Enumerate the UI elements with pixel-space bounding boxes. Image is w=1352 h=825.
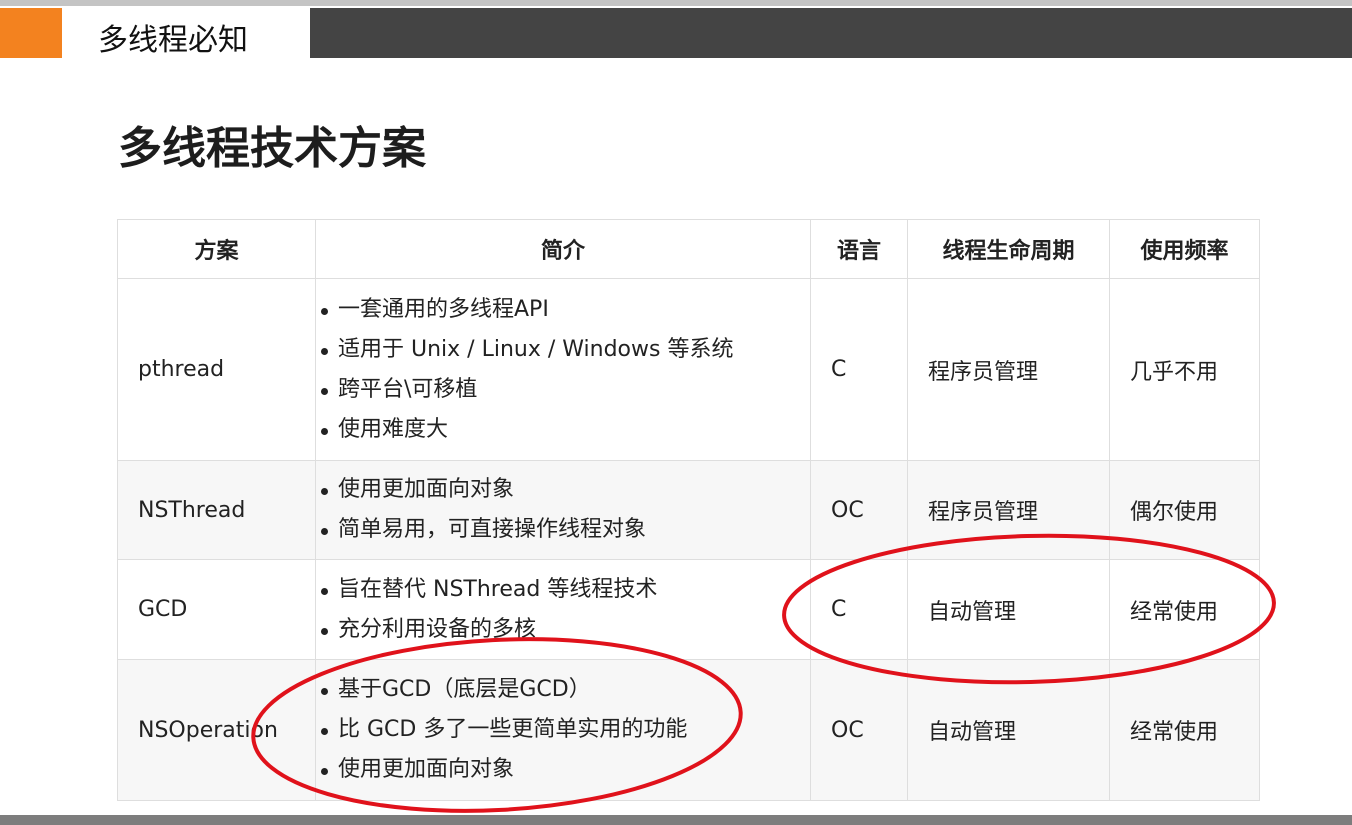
row-language: OC	[810, 460, 908, 560]
row-name: pthread	[117, 278, 316, 461]
row-frequency: 经常使用	[1109, 659, 1260, 801]
page-heading: 多线程技术方案	[118, 123, 426, 174]
row-lifecycle: 程序员管理	[907, 460, 1110, 560]
col-header-scheme: 方案	[117, 219, 316, 279]
desc-item: 旨在替代 NSThread 等线程技术	[320, 570, 810, 610]
desc-item: 使用难度大	[320, 410, 810, 450]
header-bar: 多线程必知	[0, 0, 1352, 58]
row-lifecycle: 程序员管理	[907, 278, 1110, 461]
desc-item: 充分利用设备的多核	[320, 610, 810, 650]
row-desc: 旨在替代 NSThread 等线程技术 充分利用设备的多核	[315, 559, 811, 660]
table-row: NSOperation 基于GCD（底层是GCD） 比 GCD 多了一些更简单实…	[117, 659, 1260, 801]
row-language: OC	[810, 659, 908, 801]
table-row: NSThread 使用更加面向对象 简单易用，可直接操作线程对象 OC 程序员管…	[117, 460, 1260, 560]
header-title: 多线程必知	[98, 23, 248, 58]
header-top-line	[0, 0, 1352, 6]
col-header-frequency: 使用频率	[1109, 219, 1260, 279]
desc-item: 使用更加面向对象	[320, 750, 810, 790]
row-name: GCD	[117, 559, 316, 660]
desc-item: 基于GCD（底层是GCD）	[320, 670, 810, 710]
desc-item: 一套通用的多线程API	[320, 290, 810, 330]
table-row: pthread 一套通用的多线程API 适用于 Unix / Linux / W…	[117, 278, 1260, 461]
col-header-lifecycle: 线程生命周期	[907, 219, 1110, 279]
row-language: C	[810, 559, 908, 660]
desc-item: 比 GCD 多了一些更简单实用的功能	[320, 710, 810, 750]
footer-bar	[0, 815, 1352, 825]
tech-table: 方案 简介 语言 线程生命周期 使用频率 pthread 一套通用的多线程API…	[117, 219, 1260, 801]
row-frequency: 偶尔使用	[1109, 460, 1260, 560]
row-desc: 使用更加面向对象 简单易用，可直接操作线程对象	[315, 460, 811, 560]
desc-item: 跨平台\可移植	[320, 370, 810, 410]
row-frequency: 几乎不用	[1109, 278, 1260, 461]
header-dark-bar	[310, 8, 1352, 58]
desc-item: 适用于 Unix / Linux / Windows 等系统	[320, 330, 810, 370]
table-header-row: 方案 简介 语言 线程生命周期 使用频率	[117, 219, 1260, 279]
header-title-box: 多线程必知	[62, 8, 310, 58]
row-name: NSThread	[117, 460, 316, 560]
desc-item: 简单易用，可直接操作线程对象	[320, 510, 810, 550]
header-accent-block	[0, 8, 62, 58]
row-desc: 一套通用的多线程API 适用于 Unix / Linux / Windows 等…	[315, 278, 811, 461]
row-desc: 基于GCD（底层是GCD） 比 GCD 多了一些更简单实用的功能 使用更加面向对…	[315, 659, 811, 801]
row-lifecycle: 自动管理	[907, 559, 1110, 660]
row-language: C	[810, 278, 908, 461]
table-row: GCD 旨在替代 NSThread 等线程技术 充分利用设备的多核 C 自动管理…	[117, 559, 1260, 660]
row-frequency: 经常使用	[1109, 559, 1260, 660]
row-lifecycle: 自动管理	[907, 659, 1110, 801]
desc-item: 使用更加面向对象	[320, 470, 810, 510]
col-header-language: 语言	[810, 219, 908, 279]
col-header-summary: 简介	[315, 219, 811, 279]
row-name: NSOperation	[117, 659, 316, 801]
